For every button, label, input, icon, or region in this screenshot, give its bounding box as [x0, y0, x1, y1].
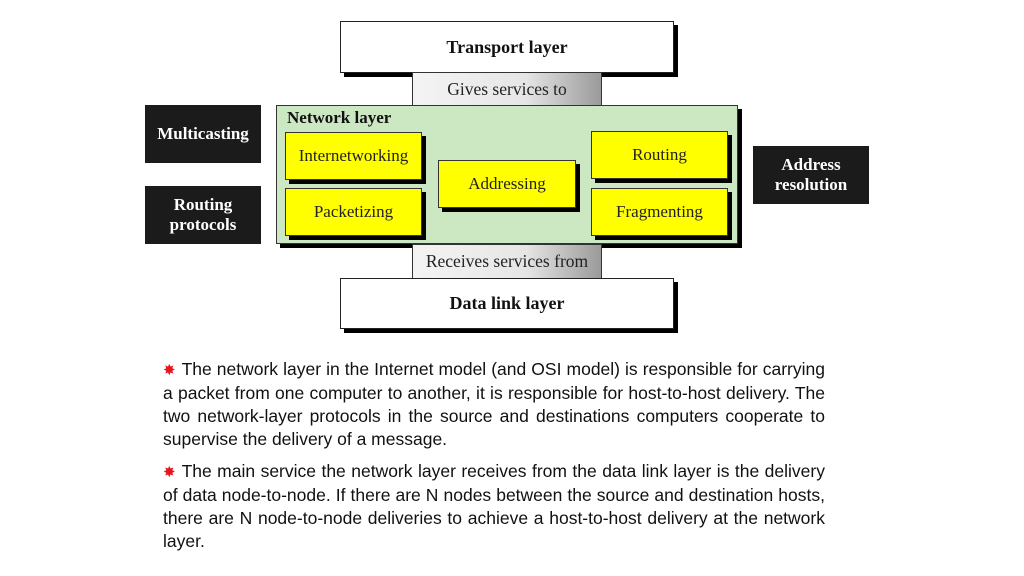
- paragraph: ✸ The network layer in the Internet model…: [163, 358, 825, 451]
- bullet-star-icon: ✸: [163, 362, 176, 379]
- function-routing: Routing: [591, 131, 728, 179]
- data-link-layer-label: Data link layer: [449, 293, 565, 313]
- function-internetworking: Internetworking: [285, 132, 422, 180]
- description-text: ✸ The network layer in the Internet model…: [163, 358, 825, 562]
- protocol-label: Address resolution: [774, 155, 848, 194]
- function-label: Packetizing: [313, 202, 394, 221]
- transport-layer-label: Transport layer: [446, 36, 568, 57]
- paragraph-text: The network layer in the Internet model …: [163, 359, 825, 449]
- receives-services-label: Receives services from: [425, 251, 589, 271]
- bullet-star-icon: ✸: [163, 464, 176, 481]
- protocol-address-resolution: Address resolution: [753, 146, 869, 204]
- protocol-routing-protocols: Routing protocols: [145, 186, 261, 244]
- gives-services-label: Gives services to: [447, 78, 567, 99]
- protocol-multicasting: Multicasting: [145, 105, 261, 163]
- function-fragmenting: Fragmenting: [591, 188, 728, 236]
- protocol-label: Routing protocols: [169, 195, 237, 234]
- function-label: Fragmenting: [616, 202, 703, 221]
- gives-services-box: Gives services to: [412, 72, 602, 106]
- function-label: Routing: [632, 145, 687, 164]
- paragraph-text: The main service the network layer recei…: [163, 461, 825, 551]
- function-addressing: Addressing: [438, 160, 576, 208]
- data-link-layer-box: Data link layer: [340, 278, 674, 329]
- function-packetizing: Packetizing: [285, 188, 422, 236]
- transport-layer-box: Transport layer: [340, 21, 674, 73]
- function-label: Addressing: [468, 174, 546, 193]
- function-label: Internetworking: [298, 146, 409, 165]
- receives-services-box: Receives services from: [412, 244, 602, 279]
- protocol-label: Multicasting: [157, 124, 249, 143]
- paragraph: ✸ The main service the network layer rece…: [163, 460, 825, 553]
- network-layer-title: Network layer: [287, 108, 392, 127]
